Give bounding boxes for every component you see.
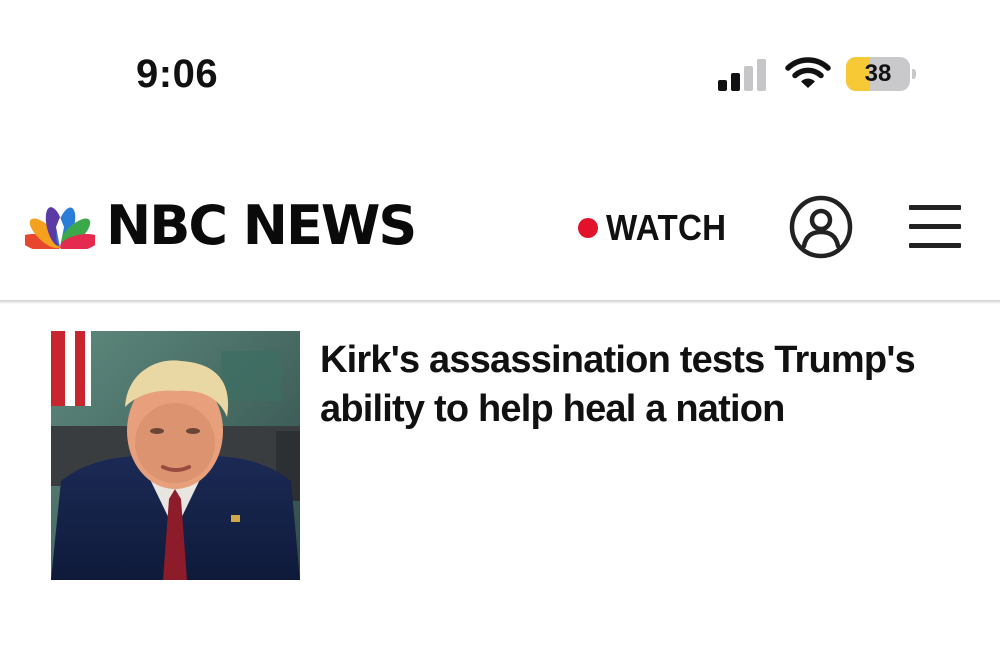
article-headline[interactable]: Kirk's assassination tests Trump's abili… [320, 336, 960, 434]
account-icon[interactable] [789, 195, 853, 259]
watch-live-button[interactable]: WATCH [578, 206, 737, 250]
article-thumbnail[interactable] [51, 331, 300, 580]
battery-percentage: 38 [864, 60, 892, 87]
cellular-signal-icon [718, 59, 766, 91]
menu-icon[interactable] [909, 205, 961, 249]
nbc-news-logo[interactable]: NBC NEWS [106, 196, 417, 256]
battery-indicator: 38 [846, 57, 918, 93]
watch-label: WATCH [606, 207, 727, 248]
live-dot-icon [578, 218, 598, 238]
status-time: 9:06 [136, 52, 219, 96]
status-bar: 9:06 38 [0, 0, 1000, 150]
wifi-icon [785, 57, 831, 88]
nbc-peacock-icon[interactable] [25, 203, 95, 249]
